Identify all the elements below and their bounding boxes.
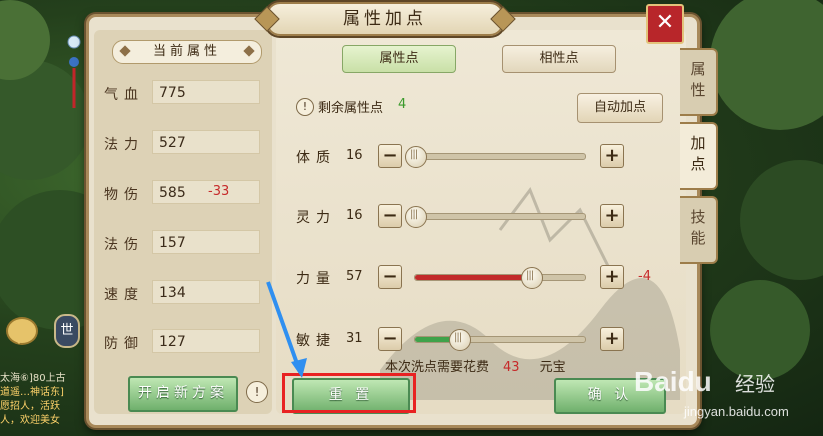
stat-value: 527 [152, 130, 260, 154]
attr-slider[interactable] [414, 329, 586, 351]
slider-handle[interactable] [405, 206, 427, 228]
auto-allocate-button[interactable]: 自动加点 [577, 93, 663, 123]
increase-button[interactable]: + [600, 265, 624, 289]
tab-attribute-points[interactable]: 属性点 [342, 45, 456, 73]
stat-delta: -33 [208, 184, 230, 199]
stat-label: 速度 [104, 287, 144, 303]
attr-slider[interactable] [405, 146, 586, 168]
remaining-points-label: 剩余属性点 [318, 101, 384, 116]
slider-handle[interactable] [449, 329, 471, 351]
amulet-ornament-icon [66, 28, 82, 112]
stat-label: 物伤 [104, 187, 144, 203]
chat-bubble-icon[interactable] [6, 317, 38, 345]
stat-row-mp: 法力 527 [104, 130, 264, 156]
new-plan-button[interactable]: 开启新方案 [128, 376, 238, 412]
attr-row-agility: 敏捷 31 − + [296, 326, 626, 352]
chat-line: 人，欢迎美女 [0, 415, 60, 426]
stat-row-magic-damage: 法伤 157 [104, 230, 264, 256]
annotation-highlight-box [282, 373, 416, 413]
increase-button[interactable]: + [600, 204, 624, 228]
cost-unit: 元宝 [539, 360, 566, 375]
close-button[interactable]: ✕ [646, 4, 684, 44]
decrease-button[interactable]: − [378, 144, 402, 168]
stat-label: 法力 [104, 137, 144, 153]
attr-slider[interactable] [414, 267, 586, 289]
stat-row-hp: 气血 775 [104, 80, 264, 106]
stat-label: 防御 [104, 336, 144, 352]
stat-value: 585 [152, 180, 260, 204]
attr-row-spirit: 灵力 16 − + [296, 203, 626, 229]
close-icon: ✕ [655, 10, 675, 35]
decrease-button[interactable]: − [378, 204, 402, 228]
tab-add-points[interactable]: 加点 [680, 122, 718, 190]
info-icon: ! [296, 98, 314, 116]
info-icon[interactable]: ! [246, 381, 268, 403]
attr-slider[interactable] [405, 206, 586, 228]
attr-value: 16 [346, 208, 363, 223]
stat-value: 775 [152, 80, 260, 104]
tab-attributes[interactable]: 属性 [680, 48, 718, 116]
chat-line: 愿招人，活跃 [0, 401, 60, 412]
stat-value: 134 [152, 280, 260, 304]
voice-mic-button[interactable]: 世 [54, 314, 80, 348]
watermark-url: jingyan.baidu.com [684, 404, 789, 419]
chat-line: 太海⑥]80上古 [0, 373, 66, 384]
watermark-label: 经验 [735, 372, 775, 396]
decrease-button[interactable]: − [378, 265, 402, 289]
slider-handle[interactable] [405, 146, 427, 168]
increase-button[interactable]: + [600, 144, 624, 168]
stat-row-physical-damage: 物伤 585 -33 [104, 180, 264, 206]
chat-log: 太海⑥]80上古 道遥…神话东] 愿招人，活跃 人，欢迎美女 [0, 372, 96, 436]
increase-button[interactable]: + [600, 327, 624, 351]
remaining-points-value: 4 [398, 97, 407, 112]
stat-label: 法伤 [104, 237, 144, 253]
window-title: 属性加点 [266, 2, 504, 36]
attr-value: 16 [346, 148, 363, 163]
slider-fill [415, 275, 531, 280]
attr-value: 31 [346, 331, 363, 346]
attr-row-constitution: 体质 16 − + [296, 143, 626, 169]
slider-handle[interactable] [521, 267, 543, 289]
stat-row-speed: 速度 134 [104, 280, 264, 306]
cost-amount: 43 [503, 360, 520, 375]
attr-value: 57 [346, 269, 363, 284]
tab-affinity-points[interactable]: 相性点 [502, 45, 616, 73]
chat-line: 道遥…神话东] [0, 387, 64, 398]
stat-row-defense: 防御 127 [104, 329, 264, 355]
attr-label: 灵力 [296, 210, 336, 226]
attr-delta: -4 [638, 269, 651, 284]
attr-label: 力量 [296, 271, 336, 287]
attr-label: 敏捷 [296, 333, 336, 349]
current-attributes-header: 当前属性 [112, 40, 262, 64]
decrease-button[interactable]: − [378, 327, 402, 351]
watermark-brand: Baidu [634, 366, 712, 397]
stat-value: 127 [152, 329, 260, 353]
stat-value: 157 [152, 230, 260, 254]
stat-label: 气血 [104, 87, 144, 103]
attr-label: 体质 [296, 150, 336, 166]
attr-row-strength: 力量 57 − + -4 [296, 264, 651, 290]
tab-skills[interactable]: 技能 [680, 196, 718, 264]
